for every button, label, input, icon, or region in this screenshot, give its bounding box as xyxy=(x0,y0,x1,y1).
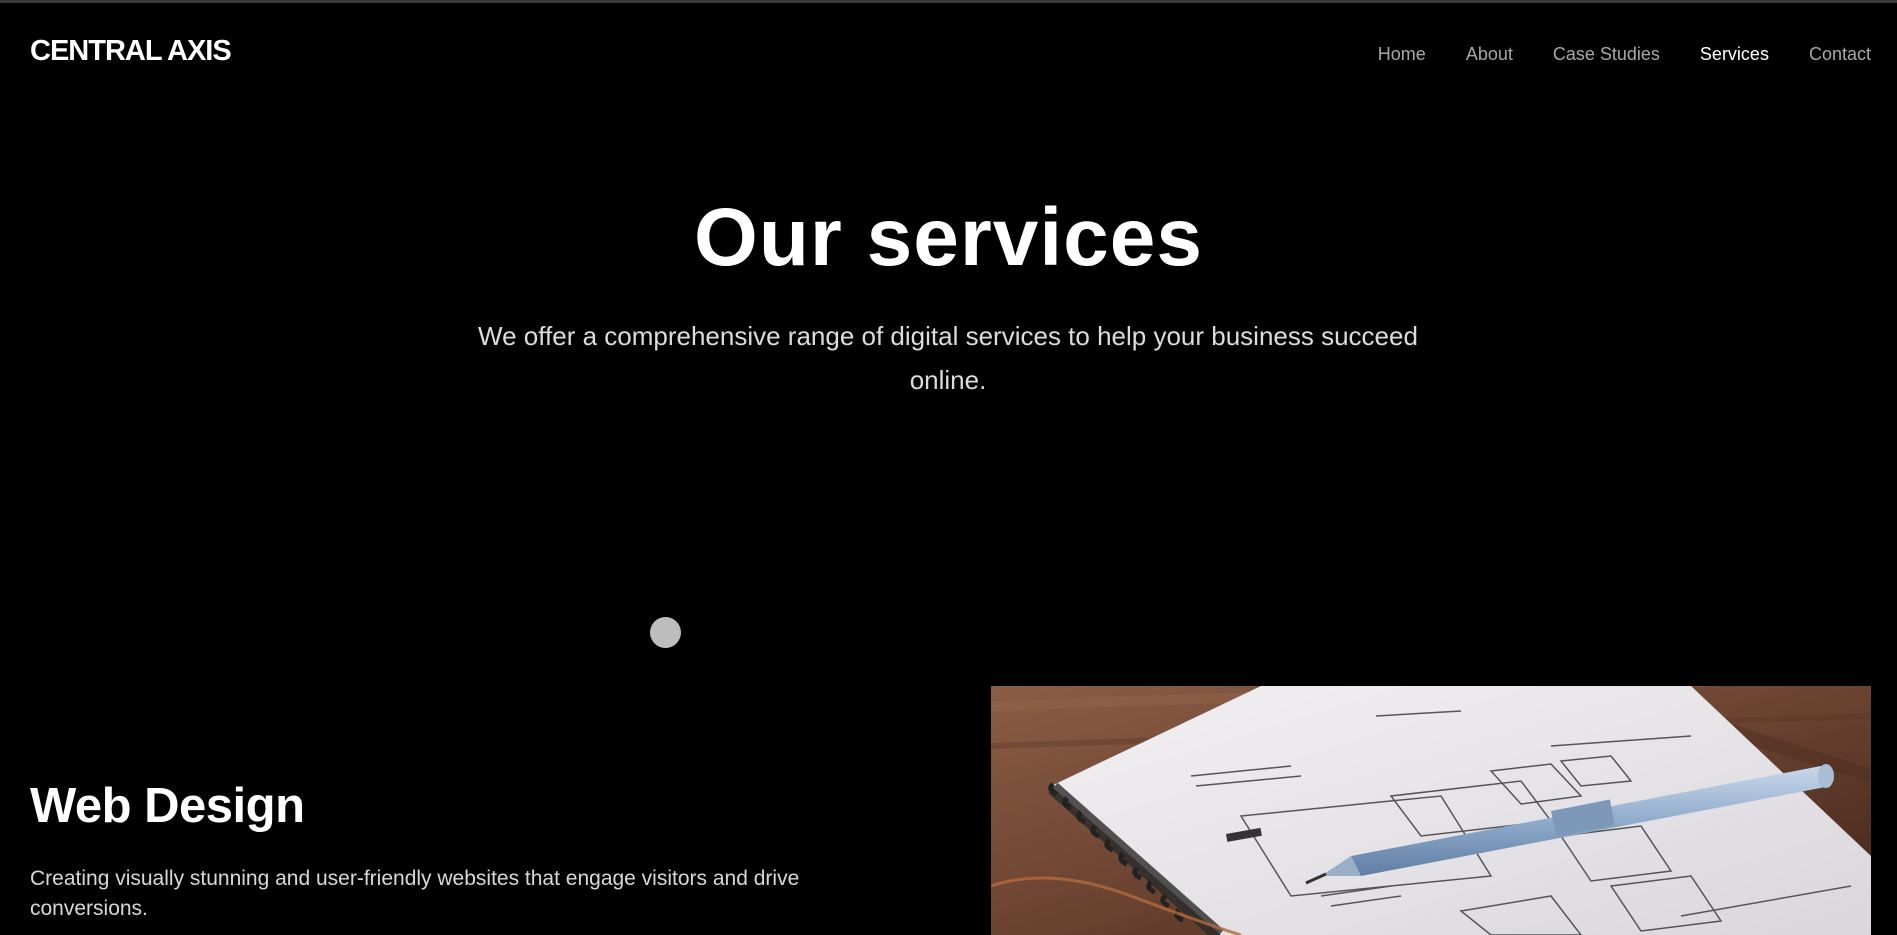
notebook-sketch-illustration xyxy=(991,686,1871,935)
page: CENTRAL AXIS Home About Case Studies Ser… xyxy=(0,0,1897,935)
nav-services[interactable]: Services xyxy=(1700,45,1769,63)
brand-logo[interactable]: CENTRAL AXIS xyxy=(30,37,232,66)
nav-about[interactable]: About xyxy=(1466,45,1513,63)
page-title: Our services xyxy=(694,192,1203,283)
site-header: CENTRAL AXIS Home About Case Studies Ser… xyxy=(0,3,1897,103)
nav-contact[interactable]: Contact xyxy=(1809,45,1871,63)
page-subtitle: We offer a comprehensive range of digita… xyxy=(478,321,1418,395)
service-title: Web Design xyxy=(30,779,305,833)
service-image xyxy=(991,686,1871,935)
scroll-indicator-dot xyxy=(650,617,681,648)
nav-case-studies[interactable]: Case Studies xyxy=(1553,45,1660,63)
service-description: Creating visually stunning and user-frie… xyxy=(30,867,800,920)
nav-home[interactable]: Home xyxy=(1378,45,1426,63)
main-nav: Home About Case Studies Services Contact xyxy=(1378,45,1871,63)
